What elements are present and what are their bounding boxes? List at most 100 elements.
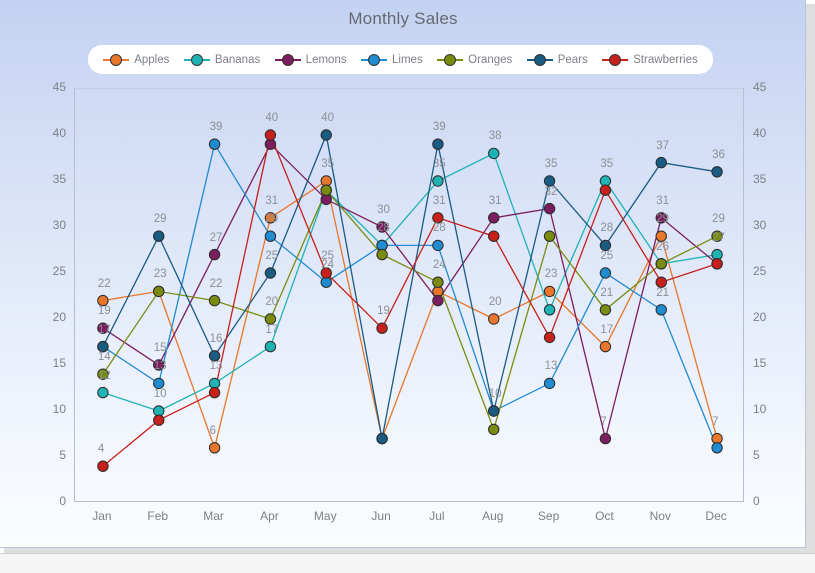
- data-point-marker[interactable]: [543, 202, 556, 215]
- point-value-label: 35: [321, 158, 335, 170]
- data-point-marker[interactable]: [208, 248, 221, 261]
- data-point-marker[interactable]: [711, 442, 723, 454]
- data-point-marker[interactable]: [208, 386, 221, 399]
- data-point-marker[interactable]: [599, 432, 612, 445]
- data-point-marker[interactable]: [376, 432, 388, 445]
- plot-svg: [97, 129, 723, 472]
- data-point-marker[interactable]: [543, 377, 556, 390]
- legend-swatch-icon: [361, 53, 388, 67]
- chart-panel: Monthly Sales Apples Bananas Lemons Limes Or…: [0, 0, 806, 548]
- x-axis-tick-sep: Sep: [537, 509, 560, 523]
- data-point-marker[interactable]: [432, 239, 444, 252]
- y-axis-tick-right: 30: [753, 218, 767, 232]
- y-axis-tick-right: 40: [753, 126, 767, 140]
- series-line-strawberries: [102, 132, 718, 467]
- data-point-marker[interactable]: [711, 258, 723, 270]
- legend-swatch-icon: [437, 53, 464, 67]
- point-value-label: 31: [432, 194, 446, 207]
- point-value-label: 31: [656, 194, 670, 207]
- data-point-marker[interactable]: [543, 230, 556, 242]
- legend-item-apples[interactable]: Apples: [103, 53, 169, 67]
- data-point-marker[interactable]: [655, 156, 667, 169]
- point-value-label: 20: [488, 296, 502, 308]
- y-axis-tick-right: 45: [753, 80, 767, 94]
- data-point-marker[interactable]: [97, 460, 109, 472]
- data-point-marker[interactable]: [599, 304, 612, 316]
- data-point-marker[interactable]: [488, 147, 500, 160]
- legend-item-limes[interactable]: Limes: [361, 53, 423, 67]
- data-point-marker[interactable]: [264, 267, 277, 279]
- point-value-label: 28: [377, 222, 390, 235]
- data-point-marker[interactable]: [320, 129, 332, 141]
- x-axis-tick-nov: Nov: [649, 509, 671, 523]
- x-axis-tick-mar: Mar: [203, 509, 224, 523]
- legend-item-lemons[interactable]: Lemons: [274, 53, 347, 67]
- data-point-marker[interactable]: [488, 423, 500, 436]
- point-value-label: 29: [265, 213, 279, 226]
- data-point-marker[interactable]: [208, 442, 221, 454]
- x-axis-tick-jun: Jun: [371, 509, 391, 523]
- data-point-marker[interactable]: [711, 166, 723, 178]
- legend-item-bananas[interactable]: Bananas: [183, 53, 260, 67]
- legend-item-oranges[interactable]: Oranges: [437, 53, 512, 67]
- data-point-marker[interactable]: [543, 331, 556, 344]
- legend-item-pears[interactable]: Pears: [526, 53, 588, 67]
- data-point-marker[interactable]: [543, 285, 556, 298]
- x-axis-tick-feb: Feb: [147, 509, 169, 523]
- point-value-label: 29: [153, 213, 167, 226]
- point-value-label: 39: [209, 121, 223, 134]
- point-value-label: 14: [97, 351, 111, 364]
- data-point-marker[interactable]: [208, 138, 221, 150]
- data-point-marker[interactable]: [599, 267, 612, 279]
- legend-label: Lemons: [305, 53, 347, 66]
- point-value-label: 20: [265, 296, 279, 308]
- point-value-label: 37: [656, 139, 670, 152]
- legend-swatch-icon: [602, 53, 629, 67]
- point-value-label: 21: [656, 286, 670, 299]
- data-point-marker[interactable]: [488, 230, 500, 242]
- point-value-label: 19: [97, 305, 111, 318]
- point-value-label: 12: [97, 369, 111, 382]
- x-axis-tick-oct: Oct: [595, 509, 614, 523]
- x-axis-tick-apr: Apr: [260, 509, 279, 523]
- chart-window: Monthly Sales Apples Bananas Lemons Limes Or…: [0, 0, 815, 573]
- y-axis-tick-left: 25: [52, 264, 66, 278]
- y-axis-tick-right: 20: [753, 310, 767, 324]
- data-point-marker[interactable]: [264, 230, 277, 242]
- data-point-marker[interactable]: [153, 285, 165, 298]
- x-axis-tick-may: May: [313, 509, 337, 523]
- y-axis-tick-left: 20: [52, 310, 66, 324]
- data-point-marker[interactable]: [320, 184, 332, 196]
- data-point-marker[interactable]: [432, 294, 444, 307]
- data-point-marker[interactable]: [376, 248, 388, 261]
- data-point-marker[interactable]: [432, 138, 444, 150]
- data-point-marker[interactable]: [432, 175, 444, 187]
- data-point-marker[interactable]: [488, 313, 500, 325]
- data-point-marker[interactable]: [655, 304, 667, 316]
- legend-label: Apples: [134, 53, 170, 66]
- legend-item-strawberries[interactable]: Strawberries: [602, 53, 698, 67]
- data-point-marker[interactable]: [264, 340, 277, 353]
- data-point-marker[interactable]: [97, 386, 109, 399]
- point-value-label: 30: [377, 204, 390, 216]
- point-value-label: 24: [432, 259, 446, 272]
- y-axis-tick-right: 15: [753, 356, 767, 370]
- data-point-marker[interactable]: [264, 129, 277, 141]
- data-point-marker[interactable]: [488, 405, 500, 417]
- data-point-marker[interactable]: [376, 322, 388, 334]
- point-value-label: 13: [153, 360, 167, 373]
- y-axis-tick-left: 35: [52, 172, 66, 186]
- data-point-marker[interactable]: [153, 230, 165, 242]
- legend-swatch-icon: [526, 53, 553, 67]
- data-point-marker[interactable]: [599, 340, 612, 353]
- data-point-marker[interactable]: [543, 304, 556, 316]
- x-axis-tick-jul: Jul: [429, 509, 445, 523]
- data-point-marker[interactable]: [488, 212, 500, 224]
- data-point-marker[interactable]: [153, 414, 165, 426]
- data-point-marker[interactable]: [599, 184, 612, 196]
- data-point-marker[interactable]: [655, 258, 667, 270]
- data-point-marker[interactable]: [208, 294, 221, 307]
- data-point-marker[interactable]: [432, 276, 444, 288]
- point-value-label: 22: [209, 277, 223, 290]
- point-value-label: 29: [712, 213, 725, 226]
